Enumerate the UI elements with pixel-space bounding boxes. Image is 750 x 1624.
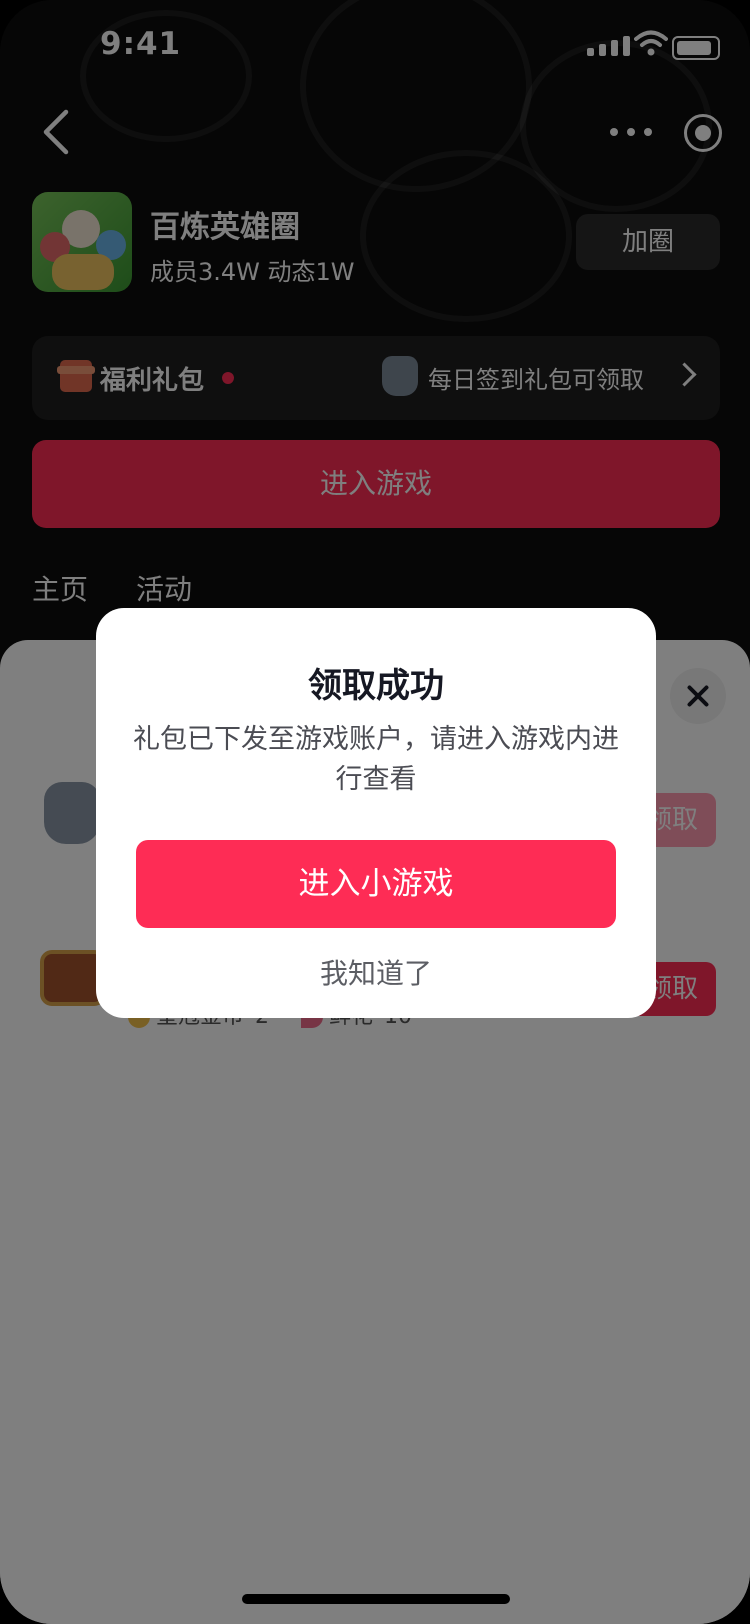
- phone-screen: 9:41 百炼英雄圈 成员3.4W 动态1W 加圈 福利礼包 每日签到礼包可领取…: [0, 0, 750, 1624]
- claim-success-dialog: 领取成功 礼包已下发至游戏账户，请进入游戏内进行查看 进入小游戏 我知道了: [96, 608, 656, 1018]
- enter-mini-game-button[interactable]: 进入小游戏: [136, 840, 616, 928]
- dismiss-button[interactable]: 我知道了: [96, 952, 656, 992]
- dialog-message: 礼包已下发至游戏账户，请进入游戏内进行查看: [133, 724, 619, 795]
- dialog-title: 领取成功: [308, 666, 444, 706]
- home-indicator[interactable]: [242, 1594, 510, 1604]
